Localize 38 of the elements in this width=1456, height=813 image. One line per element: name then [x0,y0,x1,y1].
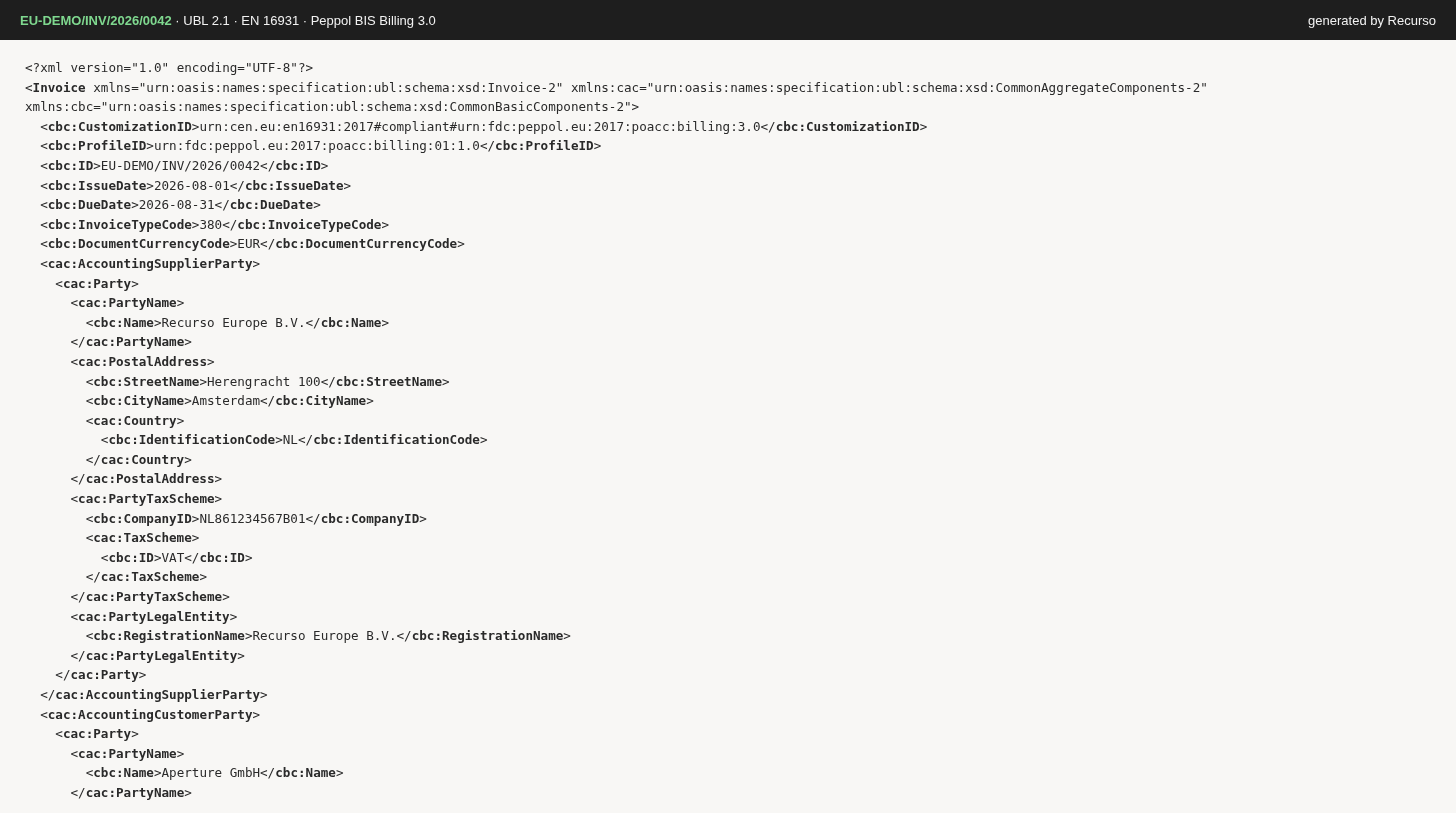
xml-line: <cac:AccountingCustomerParty> [39,705,262,724]
xml-line: </cac:TaxScheme> [84,568,208,587]
xml-line: <?xml version="1.0" encoding="UTF-8"?> [25,59,315,77]
xml-line: <cbc:CityName>Amsterdam</cbc:CityName> [84,392,375,411]
xml-line: <cac:Party> [54,274,140,293]
xml-line: <cbc:DueDate>2026-08-31</cbc:DueDate> [39,196,322,215]
xml-line: </cac:PartyLegalEntity> [69,646,246,665]
xml-line: <cbc:StreetName>Herengracht 100</cbc:StreetName> [84,372,451,391]
xml-line: </cac:PartyName> [69,783,193,802]
xml-line: <cbc:CustomizationID>urn:cen.eu:en16931:2017#compliant#urn:fdc:peppol.eu:2017:poacc:billing:3.0</cbc:CustomizationID> [39,117,929,136]
xml-line: <cac:PostalAddress> [69,352,216,371]
xml-line: </cac:Party> [54,666,148,685]
xml-line: </cac:AccountingSupplierParty> [39,686,269,704]
xml-line: <cbc:InvoiceTypeCode>380</cbc:InvoiceTypeCode> [39,215,390,234]
xml-line: <cac:Party> [54,725,140,744]
generator-credit: generated by Recurso [1308,12,1436,28]
xml-line: <cac:PartyTaxScheme> [69,490,224,509]
xml-line: <cbc:ID>EU-DEMO/INV/2026/0042</cbc:ID> [39,156,330,175]
xml-line: <cac:PartyLegalEntity> [69,607,239,626]
xml-line: <cbc:RegistrationName>Recurso Europe B.V.</cbc:RegistrationName> [84,627,572,646]
xml-line: <cac:PartyName> [69,744,186,763]
header-title: EU-DEMO/INV/2026/0042 · UBL 2.1 · EN 16931 · Peppol BIS Billing 3.0 [20,12,436,28]
xml-line: </cac:PartyName> [69,333,193,352]
xml-line: <cbc:DocumentCurrencyCode>EUR</cbc:DocumentCurrencyCode> [39,235,466,254]
xml-line: <cac:PartyName> [69,294,186,313]
xml-line: <cbc:Name>Recurso Europe B.V.</cbc:Name> [84,313,390,332]
xml-line: <cbc:IdentificationCode>NL</cbc:IdentificationCode> [99,431,489,450]
xml-line: <cbc:IssueDate>2026-08-01</cbc:IssueDate> [39,176,353,195]
xml-line: </cac:Country> [84,450,193,469]
xml-line: <cac:AccountingSupplierParty> [39,254,262,273]
xml-line: </cac:PostalAddress> [69,470,224,489]
xml-line: <cac:Country> [84,411,186,430]
xml-line: <cbc:ID>VAT</cbc:ID> [99,548,254,567]
xml-line: <cbc:ProfileID>urn:fdc:peppol.eu:2017:poacc:billing:01:1.0</cbc:ProfileID> [39,137,603,156]
xml-line: </cac:PartyTaxScheme> [69,588,231,607]
xml-line: <cbc:CompanyID>NL861234567B01</cbc:CompanyID> [84,509,428,528]
xml-line: <cac:TaxScheme> [84,529,201,548]
xml-line: <cbc:Name>Aperture GmbH</cbc:Name> [84,764,345,783]
